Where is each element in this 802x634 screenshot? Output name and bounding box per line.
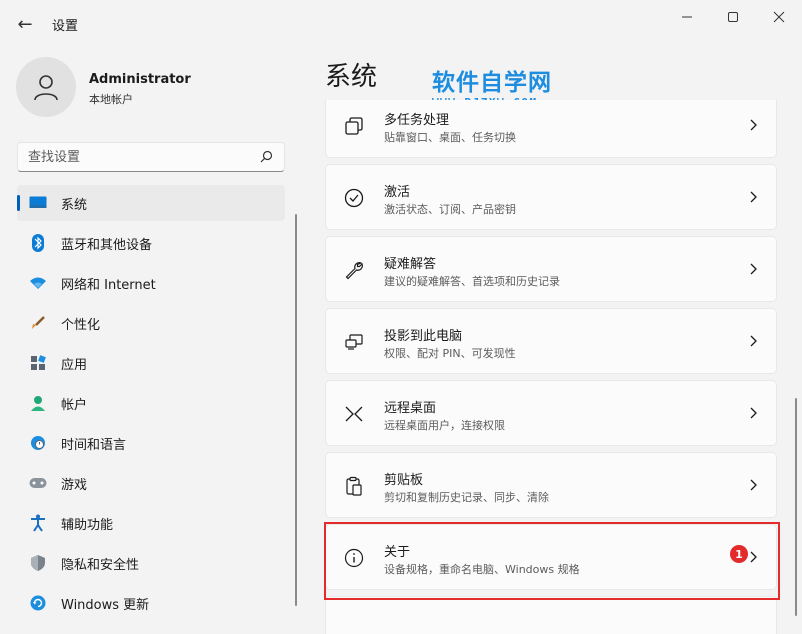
card-subtitle: 建议的疑难解答、首选项和历史记录 [384,273,560,289]
setting-card-activation[interactable]: 激活 激活状态、订阅、产品密钥 [325,164,777,230]
gamepad-icon [28,473,48,493]
title-bar: ← 设置 [0,0,802,46]
annotation-badge: 1 [730,545,748,563]
app-title: 设置 [52,15,78,34]
search-icon[interactable] [258,149,274,165]
card-title: 剪贴板 [384,469,423,488]
sidebar-item-apps[interactable]: 应用 [17,345,285,381]
sidebar-item-accounts[interactable]: 帐户 [17,385,285,421]
search-input[interactable] [18,143,248,171]
clipboard-icon [344,476,364,496]
card-subtitle: 设备规格，重命名电脑、Windows 规格 [384,561,580,577]
search-box[interactable] [17,142,285,172]
setting-card-project-to-pc[interactable]: 投影到此电脑 权限、配对 PIN、可发现性 [325,308,777,374]
minimize-icon [681,11,693,23]
card-subtitle: 激活状态、订阅、产品密钥 [384,201,516,217]
sidebar-scrollbar[interactable] [295,214,297,606]
sidebar-item-bluetooth[interactable]: 蓝牙和其他设备 [17,225,285,261]
close-icon [773,11,785,23]
monitor-icon [28,193,48,213]
sidebar-item-time-language[interactable]: 时间和语言 [17,425,285,461]
user-profile[interactable]: Administrator 本地帐户 [16,57,296,119]
sidebar-item-network[interactable]: 网络和 Internet [17,265,285,301]
sidebar-item-label: Windows 更新 [61,594,149,613]
sidebar-item-label: 隐私和安全性 [61,554,139,573]
setting-card-clipboard[interactable]: 剪贴板 剪切和复制历史记录、同步、清除 [325,452,777,518]
close-button[interactable] [756,0,802,34]
sidebar-nav: 系统 蓝牙和其他设备 网络和 Internet 个性化 应用 帐户 时间和语 [17,185,285,625]
page-title: 系统 [325,56,377,93]
shield-icon [28,553,48,573]
user-name: Administrator [89,72,191,87]
setting-card-remote-desktop[interactable]: 远程桌面 远程桌面用户，连接权限 [325,380,777,446]
bluetooth-icon [28,233,48,253]
info-icon [344,548,364,568]
setting-card-troubleshoot[interactable]: 疑难解答 建议的疑难解答、首选项和历史记录 [325,236,777,302]
sidebar-item-label: 帐户 [61,394,87,413]
card-title: 激活 [384,181,410,200]
project-icon [344,332,364,352]
setting-card-about[interactable]: 关于 设备规格，重命名电脑、Windows 规格 [325,524,777,590]
back-button[interactable]: ← [10,10,40,38]
settings-list: 多任务处理 贴靠窗口、桌面、任务切换 激活 激活状态、订阅、产品密钥 疑难解答 … [325,100,777,634]
brush-icon [28,313,48,333]
chevron-right-icon [748,190,758,204]
sidebar-item-personalization[interactable]: 个性化 [17,305,285,341]
back-arrow-icon: ← [17,14,32,35]
card-title: 关于 [384,541,410,560]
globe-clock-icon [28,433,48,453]
chevron-right-icon [748,478,758,492]
watermark-name: 软件自学网 [432,70,552,96]
card-title: 远程桌面 [384,397,436,416]
chevron-right-icon [748,334,758,348]
apps-icon [28,353,48,373]
maximize-button[interactable] [710,0,756,34]
chevron-right-icon [748,550,758,564]
card-subtitle: 剪切和复制历史记录、同步、清除 [384,489,549,505]
multitask-icon [344,116,364,136]
main-scrollbar[interactable] [795,398,797,616]
chevron-right-icon [748,118,758,132]
account-type: 本地帐户 [89,91,133,107]
sidebar-item-label: 蓝牙和其他设备 [61,234,152,253]
sidebar-item-system[interactable]: 系统 [17,185,285,221]
sidebar-item-gaming[interactable]: 游戏 [17,465,285,501]
accessibility-icon [28,513,48,533]
sidebar-item-windows-update[interactable]: Windows 更新 [17,585,285,621]
card-title: 投影到此电脑 [384,325,462,344]
chevron-right-icon [748,262,758,276]
sidebar-item-label: 系统 [61,194,87,213]
sidebar-item-label: 应用 [61,354,87,373]
sidebar-item-label: 个性化 [61,314,100,333]
update-icon [28,593,48,613]
setting-card-partial[interactable] [325,596,777,634]
maximize-icon [727,11,739,23]
card-subtitle: 权限、配对 PIN、可发现性 [384,345,516,361]
minimize-button[interactable] [664,0,710,34]
sidebar-item-label: 网络和 Internet [61,274,156,293]
card-subtitle: 远程桌面用户，连接权限 [384,417,505,433]
card-title: 疑难解答 [384,253,436,272]
person-icon [28,393,48,413]
sidebar-item-accessibility[interactable]: 辅助功能 [17,505,285,541]
card-subtitle: 贴靠窗口、桌面、任务切换 [384,129,516,145]
avatar [16,57,76,117]
setting-card-multitasking[interactable]: 多任务处理 贴靠窗口、桌面、任务切换 [325,100,777,158]
sidebar-item-label: 时间和语言 [61,434,126,453]
person-avatar-icon [31,72,61,102]
wifi-icon [28,273,48,293]
sidebar-item-privacy[interactable]: 隐私和安全性 [17,545,285,581]
remote-desktop-icon [344,404,364,424]
sidebar-item-label: 游戏 [61,474,87,493]
sidebar-item-label: 辅助功能 [61,514,113,533]
check-circle-icon [344,188,364,208]
chevron-right-icon [748,406,758,420]
wrench-icon [344,260,364,280]
card-title: 多任务处理 [384,109,449,128]
